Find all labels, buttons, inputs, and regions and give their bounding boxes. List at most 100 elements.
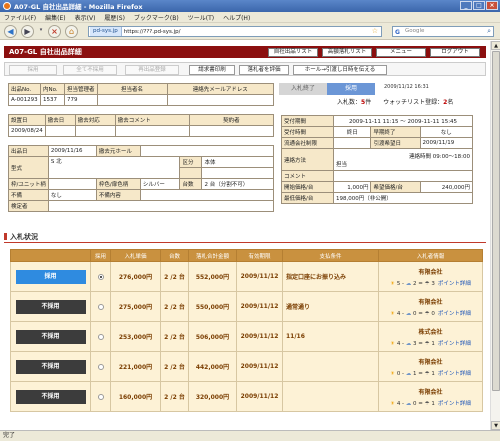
bidder-evaluation: ☀ 4 - ☁ 0 = ☂ 0 ポイント詳細 [390, 310, 471, 317]
status-datetime: 2009/11/12 16:31 [384, 84, 429, 90]
bidder-evaluation: ☀ 5 - ☁ 2 = ☂ 3 ポイント詳細 [390, 280, 471, 287]
label-contractor: 契約者 [188, 114, 275, 126]
menu-help[interactable]: ヘルプ(H) [223, 13, 250, 22]
reject-all-button[interactable]: 全て不採用 [63, 65, 117, 75]
rain-icon: ☂ [424, 280, 430, 287]
eval-mid: 0 [413, 310, 417, 317]
inner-no: 1537 [40, 94, 65, 106]
frame-color: シルバー [139, 178, 181, 190]
sun-icon: ☀ [390, 310, 396, 317]
bid-qty: 2 /2 台 [160, 261, 189, 292]
adopt-radio[interactable] [97, 273, 104, 280]
search-input[interactable]: G Google ⌕ [392, 26, 494, 37]
eval-good: 4 [396, 340, 401, 347]
eval-mid: 2 [413, 280, 417, 287]
status-badge[interactable]: 採用 [15, 269, 86, 284]
search-icon[interactable]: ⌕ [487, 27, 491, 36]
label-exhibit-date: 出品日 [8, 145, 49, 157]
class: 本体 [201, 156, 274, 168]
sun-icon: ☀ [390, 280, 396, 287]
point-detail-link[interactable]: ポイント詳細 [438, 281, 471, 287]
eval-bad: 0 [431, 310, 435, 317]
rate-winner-button[interactable]: 落札者を評価 [239, 65, 289, 75]
google-icon: G [395, 29, 400, 36]
high-bid-list-button[interactable]: 高額落札リスト [322, 48, 372, 57]
bookmark-star-icon[interactable]: ☆ [372, 27, 378, 35]
label-frame: 枠/ユニット柄 [8, 178, 49, 190]
invoice-print-button[interactable]: 請求書印刷 [189, 65, 235, 75]
adopt-radio[interactable] [97, 363, 104, 370]
menu-history[interactable]: 履歴(S) [104, 13, 125, 22]
point-detail-link[interactable]: ポイント詳細 [438, 311, 471, 317]
table-row: 不採用 221,000円 2 /2 台 442,000円 2009/11/12 … [10, 351, 483, 382]
bid-price: 221,000円 [110, 351, 161, 382]
status-badge[interactable]: 不採用 [15, 359, 86, 374]
eval-mid: 0 [413, 400, 417, 407]
adopt-radio[interactable] [97, 333, 104, 340]
label-comment: コメント [281, 170, 334, 182]
status-badge[interactable]: 不採用 [15, 329, 86, 344]
home-icon[interactable]: ⌂ [65, 24, 78, 38]
close-button[interactable]: × [486, 1, 498, 10]
scroll-down-icon[interactable]: ▼ [491, 421, 500, 430]
eval-mid: 1 [413, 370, 417, 377]
eval-good: 0 [396, 370, 401, 377]
menu-tools[interactable]: ツール(T) [188, 13, 214, 22]
bids-header-row: 採用 入札単価 台数 落札合計金額 有効期限 支払条件 入札者情報 [10, 249, 483, 262]
logout-button[interactable]: ログアウト [430, 48, 480, 57]
notify-delivery-button[interactable]: ホール→引渡し日時を伝える [293, 65, 387, 75]
address-bar[interactable]: pd-sys.jp https://???.pd-sys.jp/ ☆ [88, 26, 382, 37]
dropdown-icon[interactable]: ▾ [38, 25, 44, 38]
url-text[interactable]: https://???.pd-sys.jp/ [124, 29, 181, 35]
back-icon[interactable]: ◀ [4, 24, 17, 38]
menu-bookmarks[interactable]: ブックマーク(B) [134, 13, 179, 22]
watch-count-label: ウォッチリスト登録： [383, 99, 444, 106]
window-controls: _ □ × [460, 1, 498, 10]
label-pickup: 引渡希望日 [370, 137, 421, 149]
header-adopt: 採用 [90, 249, 111, 262]
stop-icon[interactable]: × [48, 24, 61, 38]
adopt-radio[interactable] [97, 393, 104, 400]
scroll-up-icon[interactable]: ▲ [491, 41, 500, 50]
menu-view[interactable]: 表示(V) [75, 13, 96, 22]
person-name [96, 94, 168, 106]
period: 2009-11-11 11:15 〜 2009-11-11 15:45 [333, 115, 473, 127]
reexhibit-button[interactable]: 再出品登録 [125, 65, 179, 75]
menu-file[interactable]: ファイル(F) [4, 13, 36, 22]
point-detail-link[interactable]: ポイント詳細 [438, 341, 471, 347]
forward-icon[interactable]: ▶ [21, 24, 34, 38]
cloud-icon: ☁ [405, 310, 412, 317]
menu-button[interactable]: メニュー [376, 48, 426, 57]
bid-price: 276,000円 [110, 261, 161, 292]
menu-edit[interactable]: 編集(E) [45, 13, 65, 22]
scroll-thumb[interactable] [492, 51, 500, 391]
bidder-company: 有限会社 [418, 358, 443, 366]
bid-expire: 2009/11/12 [236, 351, 283, 382]
eval-mid: 3 [413, 340, 417, 347]
label-hall: 撤去元ホール [95, 145, 141, 157]
status-badge[interactable]: 不採用 [15, 389, 86, 404]
header-total: 落札合計金額 [188, 249, 237, 262]
action-toolbar: 採用 全て不採用 再出品登録 請求書印刷 落札者を評価 ホール→引渡し日時を伝え… [4, 62, 486, 76]
adopt-radio[interactable] [97, 303, 104, 310]
model: S 北 [47, 156, 181, 179]
exhibit-date: 2009/11/16 [47, 145, 97, 157]
table-row: 不採用 253,000円 2 /2 台 506,000円 2009/11/12 … [10, 321, 483, 352]
maximize-button[interactable]: □ [473, 1, 485, 10]
bid-total: 506,000円 [188, 321, 237, 352]
minimize-button[interactable]: _ [460, 1, 472, 10]
bid-total: 320,000円 [188, 381, 237, 412]
status-badge[interactable]: 不採用 [15, 299, 86, 314]
label-start-price: 開始価格/台 [281, 181, 334, 193]
adopt-button[interactable]: 採用 [9, 65, 57, 75]
machine-table: 出品日 2009/11/16 撤去元ホール 型式 S 北 区分 本体 枠/ユニッ… [8, 145, 275, 212]
site-identity[interactable]: pd-sys.jp [90, 27, 122, 36]
contact-method: 担当 [336, 161, 348, 168]
point-detail-link[interactable]: ポイント詳細 [438, 371, 471, 377]
point-detail-link[interactable]: ポイント詳細 [438, 401, 471, 407]
own-listing-button[interactable]: 自社出品リスト [268, 48, 318, 57]
section-divider [4, 242, 486, 243]
vertical-scrollbar[interactable]: ▲ ▼ [490, 41, 500, 430]
cloud-icon: ☁ [405, 400, 412, 407]
contact-time: 連絡時間 09:00〜18:00 [409, 153, 470, 160]
